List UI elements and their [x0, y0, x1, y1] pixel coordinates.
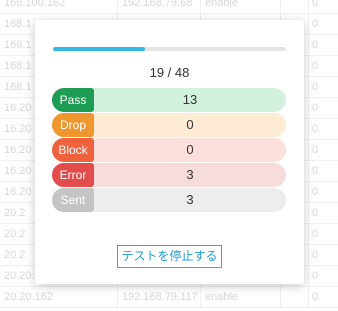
result-badge: Block [52, 138, 94, 162]
progress-count: 19 / 48 [149, 65, 190, 80]
result-value: 13 [182, 92, 198, 107]
result-row-block: Block 0 [52, 138, 286, 162]
result-badge: Sent [52, 188, 94, 212]
test-progress-dialog: 19 / 48 Pass 13 Drop 0 Block 0 Error 3 Sent 3 テスト… [35, 20, 304, 284]
result-value: 3 [186, 192, 194, 207]
progress-bar [53, 47, 286, 51]
stop-test-button[interactable]: テストを停止する [117, 245, 222, 268]
result-value: 0 [186, 142, 194, 157]
progress-bar-fill [53, 47, 146, 51]
result-row-error: Error 3 [52, 163, 286, 187]
result-row-pass: Pass 13 [52, 88, 286, 112]
result-row-drop: Drop 0 [52, 113, 286, 137]
result-value: 3 [186, 167, 194, 182]
result-row-sent: Sent 3 [52, 188, 286, 212]
result-value: 0 [186, 117, 194, 132]
result-badge: Drop [52, 113, 94, 137]
result-badge: Error [52, 163, 94, 187]
result-badge: Pass [52, 88, 94, 112]
